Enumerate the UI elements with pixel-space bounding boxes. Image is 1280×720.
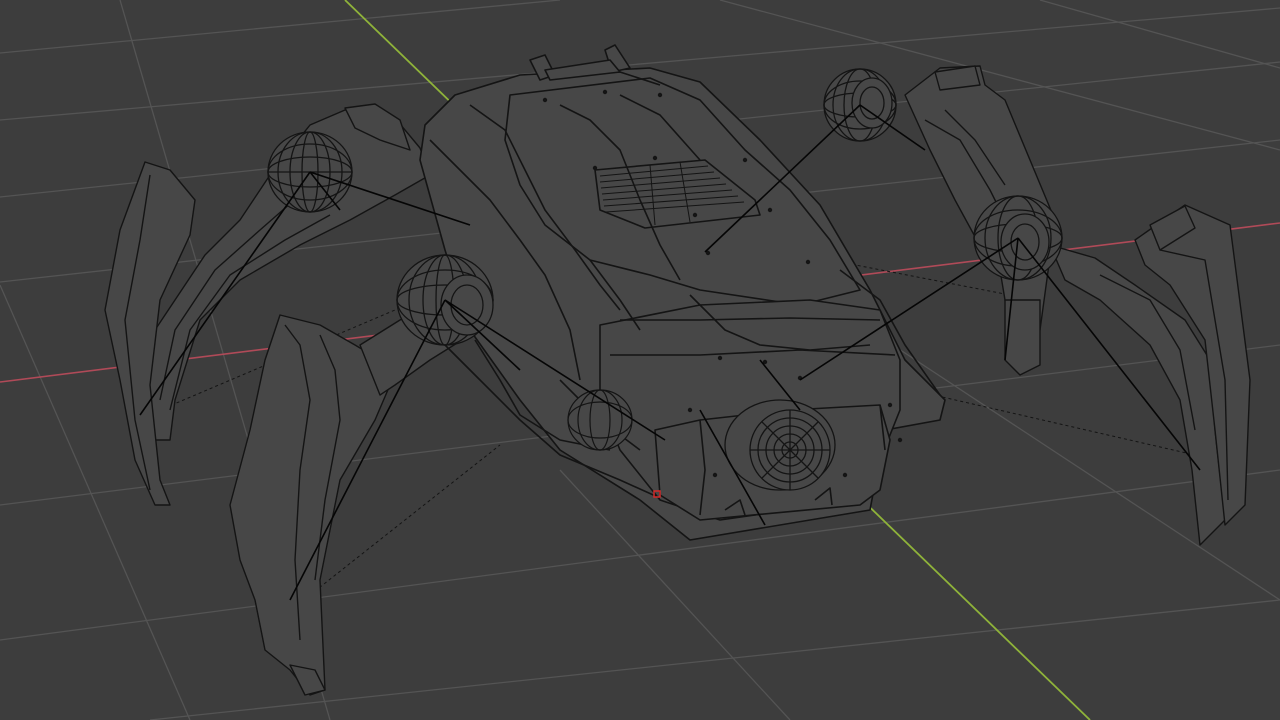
viewport-canvas[interactable] <box>0 0 1280 720</box>
3d-viewport[interactable] <box>0 0 1280 720</box>
leg-front-right[interactable] <box>1049 204 1251 546</box>
front-sensor-eye[interactable] <box>724 399 836 491</box>
leg-front-left[interactable] <box>229 299 481 696</box>
